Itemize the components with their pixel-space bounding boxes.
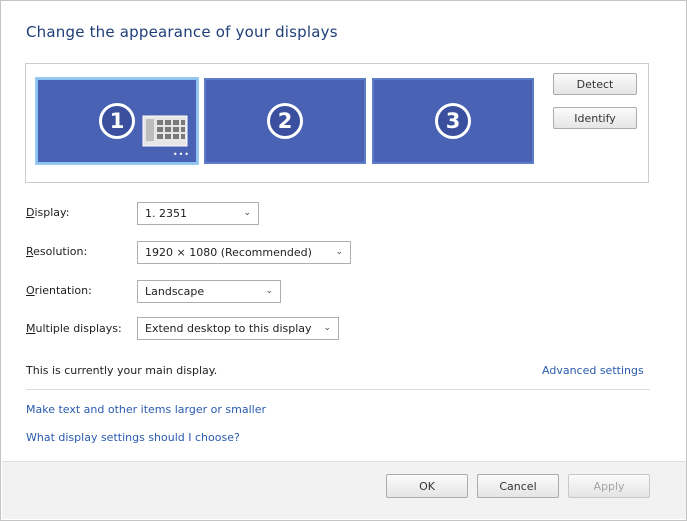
ok-button[interactable]: OK — [386, 474, 468, 498]
display-settings-window: Change the appearance of your displays 1… — [0, 0, 687, 521]
monitor-1[interactable]: 1 ••• — [36, 78, 198, 164]
text-size-link[interactable]: Make text and other items larger or smal… — [26, 403, 266, 416]
multiple-displays-select-value: Extend desktop to this display — [145, 322, 312, 335]
main-display-status: This is currently your main display. — [26, 364, 218, 377]
multiple-displays-label: Multiple displays: — [26, 322, 122, 335]
monitor-number-2: 2 — [267, 103, 303, 139]
display-select-value: 1. 2351 — [145, 207, 187, 220]
chevron-down-icon: ⌄ — [265, 286, 273, 296]
resolution-select[interactable]: 1920 × 1080 (Recommended) ⌄ — [137, 241, 351, 264]
section-divider — [26, 389, 650, 390]
identify-button[interactable]: Identify — [553, 107, 637, 129]
monitor-number-3: 3 — [435, 103, 471, 139]
detect-button[interactable]: Detect — [553, 73, 637, 95]
chevron-down-icon: ⌄ — [323, 323, 331, 333]
display-label: Display: — [26, 206, 70, 219]
display-select[interactable]: 1. 2351 ⌄ — [137, 202, 259, 225]
display-help-link[interactable]: What display settings should I choose? — [26, 431, 240, 444]
advanced-settings-link[interactable]: Advanced settings — [542, 364, 644, 377]
orientation-select[interactable]: Landscape ⌄ — [137, 280, 281, 303]
page-title: Change the appearance of your displays — [26, 23, 338, 41]
monitor-3[interactable]: 3 — [372, 78, 534, 164]
chevron-down-icon: ⌄ — [243, 208, 251, 218]
orientation-label: Orientation: — [26, 284, 92, 297]
kiosk-icon — [142, 115, 188, 147]
multiple-displays-select[interactable]: Extend desktop to this display ⌄ — [137, 317, 339, 340]
resolution-label: Resolution: — [26, 245, 88, 258]
orientation-select-value: Landscape — [145, 285, 205, 298]
monitor-number-1: 1 — [99, 103, 135, 139]
apply-button[interactable]: Apply — [568, 474, 650, 498]
monitor-grip-icon: ••• — [172, 150, 190, 159]
monitor-2[interactable]: 2 — [204, 78, 366, 164]
chevron-down-icon: ⌄ — [335, 247, 343, 257]
cancel-button[interactable]: Cancel — [477, 474, 559, 498]
resolution-select-value: 1920 × 1080 (Recommended) — [145, 246, 312, 259]
